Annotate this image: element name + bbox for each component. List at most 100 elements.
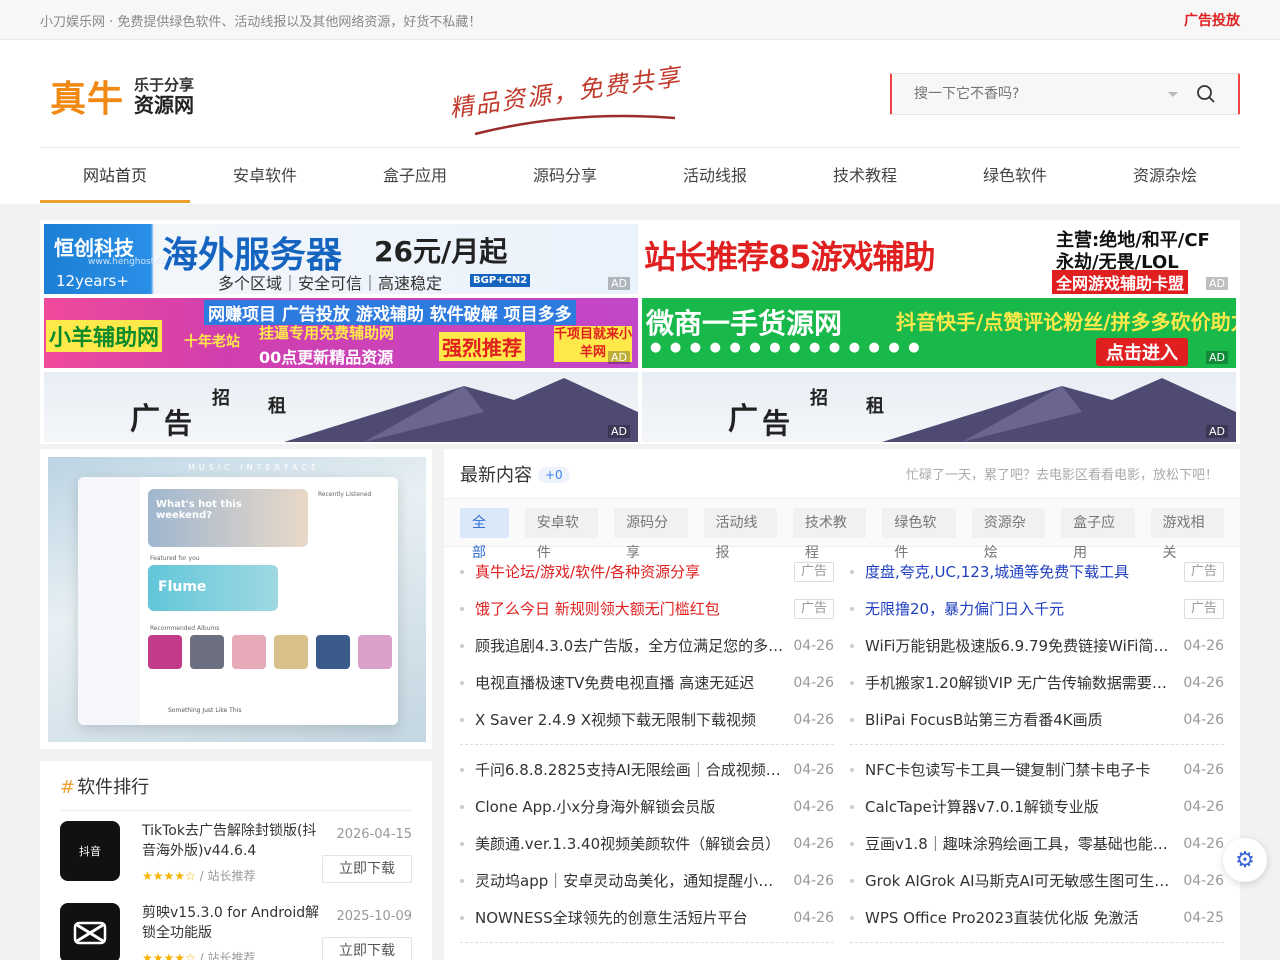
list-item[interactable]: Clone App.小x分身海外解锁会员版 04-26 (460, 788, 834, 825)
ad3-update: 00点更新精品资源 (259, 348, 394, 367)
gear-icon[interactable]: ⚙ (1223, 838, 1267, 882)
list-item[interactable]: X Saver 2.4.9 X视频下载无限制下载视频 04-26 (460, 701, 834, 738)
nav-box-apps[interactable]: 盒子应用 (340, 148, 490, 203)
ad-tag: AD (1206, 425, 1228, 438)
nav-green-software[interactable]: 绿色软件 (940, 148, 1090, 203)
cover-recommended: Recommended Albums (150, 625, 220, 632)
brush-stroke-icon (474, 114, 676, 136)
logo-main-text: 真牛 (50, 78, 125, 120)
ad-label: 广告 (793, 561, 834, 582)
ad-banner-game-assist[interactable]: 站长推荐85游戏辅助 主营:绝地/和平/CF 永劫/无畏/LOL 全网游戏辅助卡… (642, 224, 1236, 294)
section-tip[interactable]: 忙碌了一天，累了吧？去电影区看看电影，放松下吧！ (906, 464, 1218, 483)
logo-line2: 资源网 (134, 92, 195, 117)
nav-source-code[interactable]: 源码分享 (490, 148, 640, 203)
nav-activities[interactable]: 活动线报 (640, 148, 790, 203)
site-logo[interactable]: 真牛 乐于分享 资源网 (50, 70, 194, 122)
post-date: 04-26 (793, 761, 834, 778)
list-item[interactable]: 抖音 TikTok去广告解除封锁版(抖音海外版)v44.6.4 ★★★★☆ / … (60, 811, 412, 893)
tab-activities[interactable]: 活动线报 (703, 507, 777, 561)
ad-banner-henghost[interactable]: 恒创科技 www.henghost.com 12years+ 海外服务器 26元… (44, 224, 638, 294)
ranking-item-date: 2025-10-09 (336, 909, 412, 924)
list-item[interactable]: 电视直播极速TV免费电视直播 高速无延迟 04-26 (460, 664, 834, 701)
ad3-name: 小羊辅助网 (46, 320, 163, 352)
post-date: 04-26 (1183, 798, 1224, 815)
ad1-years: 12years+ (56, 272, 129, 290)
post-date: 04-26 (793, 835, 834, 852)
post-date: 04-26 (793, 798, 834, 815)
ad-label: 广告 (1183, 598, 1224, 619)
tab-games[interactable]: 游戏相关 (1150, 507, 1224, 561)
ad-banner-weishang[interactable]: 微商一手货源网 抖音快手/点赞评论粉丝/拼多多砍价助力 ● ● ● ● ● ● … (642, 298, 1236, 368)
post-date: 04-26 (793, 872, 834, 889)
nav-home[interactable]: 网站首页 (40, 148, 190, 203)
ad-banner-xiaoyang[interactable]: 网赚项目 广告投放 游戏辅助 软件破解 项目多多 小羊辅助网 十年老站 挂逼专用… (44, 298, 638, 368)
list-item[interactable]: 千问6.8.8.2825支持AI无限绘画｜合成视频｜生成图片04-26 (460, 751, 834, 788)
list-item[interactable]: 灵动坞app｜安卓灵动岛美化，通知提醒小组件 04-26 (460, 862, 834, 899)
list-item[interactable]: 美颜通.ver.1.3.40视频美颜软件（解锁会员） 04-26 (460, 825, 834, 862)
list-item[interactable]: WPS Office Pro2023直装优化版 免激活 04-25 (850, 899, 1224, 936)
ad1-price: 26元/月起 (374, 235, 508, 268)
ad-grid: 恒创科技 www.henghost.com 12years+ 海外服务器 26元… (40, 220, 1240, 444)
nav-misc[interactable]: 资源杂烩 (1090, 148, 1240, 203)
ad3-recommend: 强烈推荐 (439, 332, 525, 361)
ranking-item-name[interactable]: 剪映v15.3.0 for Android解锁全功能版 (142, 903, 322, 943)
main-nav: 网站首页 安卓软件 盒子应用 源码分享 活动线报 技术教程 绿色软件 资源杂烩 (40, 148, 1240, 203)
header: 真牛 乐于分享 资源网 精品资源，免费共享 网站首页 安卓软件 盒子应用 源码分… (0, 40, 1280, 204)
ad-banner-for-rent-1[interactable]: 广 招 告 租 AD (44, 372, 638, 442)
cover-now-playing: Something Just Like This (168, 707, 242, 714)
cover-heading: What's hot this weekend? (156, 499, 242, 521)
list-item[interactable]: Grok AIGrok AI马斯克AI可无敏感生图可生视频 04-26 (850, 862, 1224, 899)
ad3-years: 十年老站 (184, 334, 240, 350)
ad4-cta: 点击进入 (1096, 338, 1188, 366)
ad-tag: AD (1206, 351, 1228, 364)
ad-banner-for-rent-2[interactable]: 广 招 告 租 AD (642, 372, 1236, 442)
list-item[interactable]: 饿了么今日 新规则领大额无门槛红包 广告 (460, 590, 834, 627)
tab-green-software[interactable]: 绿色软件 (882, 507, 956, 561)
list-item[interactable]: 无限撸20，暴力偏门日入千元 广告 (850, 590, 1224, 627)
list-item[interactable]: BliPai FocusB站第三方看番4K画质 04-26 (850, 701, 1224, 738)
list-item[interactable]: NOWNESS全球领先的创意生活短片平台 04-26 (460, 899, 834, 936)
ad4-sub: 抖音快手/点赞评论粉丝/拼多多砍价助力 (896, 310, 1236, 334)
latest-content: 最新内容 +0 忙碌了一天，累了吧？去电影区看看电影，放松下吧！ 全部 安卓软件 … (444, 449, 1240, 960)
post-date: 04-25 (1183, 909, 1224, 926)
ranking-item-name[interactable]: TikTok去广告解除封锁版(抖音海外版)v44.6.4 (142, 821, 322, 861)
ad4-app-icons: ● ● ● ● ● ● ● ● ● ● ● ● ● ● (650, 340, 922, 355)
tab-android[interactable]: 安卓软件 (524, 507, 599, 561)
list-item[interactable]: NFC卡包读写卡工具一键复制门禁卡电子卡 04-26 (850, 751, 1224, 788)
post-date: 04-26 (1183, 674, 1224, 691)
featured-cover[interactable]: MUSIC INTERFACE What's hot this weekend?… (40, 449, 432, 749)
list-item[interactable]: 真牛论坛/游戏/软件/各种资源分享 广告 (460, 553, 834, 590)
list-item[interactable]: WiFi万能钥匙极速版6.9.79免费链接WiFi简单好用 04-26 (850, 627, 1224, 664)
list-item[interactable]: 豆画v1.8｜趣味涂鸦绘画工具，零基础也能画出好作品04-26 (850, 825, 1224, 862)
ad6-char1: 广 (728, 402, 758, 437)
search-icon[interactable] (1196, 84, 1216, 104)
nav-tutorials[interactable]: 技术教程 (790, 148, 940, 203)
album-thumb (274, 635, 308, 669)
nav-android[interactable]: 安卓软件 (190, 148, 340, 203)
left-sidebar: MUSIC INTERFACE What's hot this weekend?… (40, 449, 432, 960)
list-item[interactable]: 度盘,夸克,UC,123,城通等免费下载工具 广告 (850, 553, 1224, 590)
tab-tutorials[interactable]: 技术教程 (792, 507, 867, 561)
tab-misc[interactable]: 资源杂烩 (971, 507, 1046, 561)
download-button[interactable]: 立即下载 (322, 855, 412, 883)
list-item[interactable]: 剪映v15.3.0 for Android解锁全功能版 ★★★★☆ / 站长推荐… (60, 893, 412, 960)
cover-app-title: MUSIC INTERFACE (188, 463, 321, 472)
list-item[interactable]: 手机搬家1.20解锁VIP 无广告传输数据需要快速 04-26 (850, 664, 1224, 701)
album-thumb (148, 635, 182, 669)
tab-source-code[interactable]: 源码分享 (614, 507, 688, 561)
post-date: 04-26 (1183, 761, 1224, 778)
ad-label: 广告 (793, 598, 834, 619)
tab-box-apps[interactable]: 盒子应用 (1061, 507, 1135, 561)
post-date: 04-26 (793, 637, 834, 654)
rating-stars: ★★★★☆ (142, 869, 196, 883)
ad-placement-link[interactable]: 广告投放 (1184, 10, 1240, 30)
ad-tag: AD (608, 351, 630, 364)
search-dropdown-icon[interactable] (1168, 91, 1178, 97)
download-button[interactable]: 立即下载 (322, 937, 412, 960)
ad5-char4: 租 (268, 396, 286, 417)
ad1-sub: 多个区域｜安全可信｜高速稳定 (218, 274, 443, 293)
list-item[interactable]: 顾我追剧4.3.0去广告版，全方位满足您的多种观影需求04-26 (460, 627, 834, 664)
list-item[interactable]: CalcTape计算器v7.0.1解锁专业版 04-26 (850, 788, 1224, 825)
search-input[interactable] (892, 86, 1168, 102)
tab-all[interactable]: 全部 (460, 507, 509, 561)
